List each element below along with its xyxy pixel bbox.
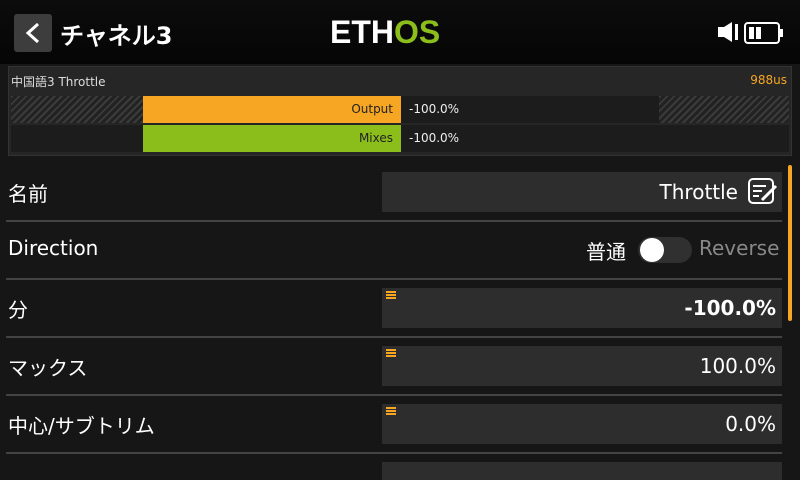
next-field[interactable] <box>382 462 782 480</box>
name-label: 名前 <box>8 182 48 206</box>
direction-toggle[interactable] <box>638 237 692 263</box>
mixes-bar-value: -100.0% <box>409 131 460 145</box>
menu-icon <box>386 291 396 299</box>
page-title: チャネル3 <box>60 22 173 50</box>
name-value: Throttle <box>659 180 738 204</box>
divider <box>6 452 782 454</box>
direction-row: Direction 普通 Reverse <box>0 222 790 278</box>
min-value: -100.0% <box>684 296 776 320</box>
back-button[interactable] <box>14 14 52 52</box>
channel-monitor: 中国語3 Throttle 988us Output -100.0% Mixes… <box>8 66 792 156</box>
output-bar: Output <box>143 96 401 123</box>
speaker-icon[interactable] <box>716 20 740 44</box>
mixes-bar-label: Mixes <box>358 131 393 145</box>
center-row: 中心/サブトリム 0.0% <box>0 396 790 452</box>
max-value: 100.0% <box>699 354 776 378</box>
bar-hatch <box>11 96 143 123</box>
min-row: 分 -100.0% <box>0 280 790 336</box>
name-field[interactable]: Throttle <box>382 172 782 212</box>
output-bar-row: Output -100.0% <box>11 96 789 123</box>
toggle-knob <box>640 238 664 262</box>
center-label: 中心/サブトリム <box>8 414 155 438</box>
menu-icon <box>386 407 396 415</box>
max-label: マックス <box>8 356 88 380</box>
bar-hatch <box>659 96 789 123</box>
battery-icon <box>744 22 783 44</box>
min-field[interactable]: -100.0% <box>382 288 782 328</box>
mixes-bar: Mixes <box>143 125 401 152</box>
mixes-bar-row: Mixes -100.0% <box>11 125 789 152</box>
direction-reverse-label: Reverse <box>699 236 780 260</box>
ethos-logo: ETHOS <box>330 14 441 50</box>
output-bar-label: Output <box>351 102 393 116</box>
direction-label: Direction <box>8 236 99 260</box>
top-bar: チャネル3 ETHOS <box>0 0 800 64</box>
menu-icon <box>386 349 396 357</box>
center-field[interactable]: 0.0% <box>382 404 782 444</box>
direction-normal-label: 普通 <box>586 240 626 264</box>
min-label: 分 <box>8 298 28 322</box>
chevron-left-icon <box>25 22 40 44</box>
channel-label: 中国語3 Throttle <box>11 75 106 89</box>
name-row: 名前 Throttle <box>0 164 790 220</box>
center-value: 0.0% <box>725 412 776 436</box>
max-field[interactable]: 100.0% <box>382 346 782 386</box>
output-bar-value: -100.0% <box>409 102 460 116</box>
edit-icon[interactable] <box>748 178 778 206</box>
pulse-value: 988us <box>750 73 787 87</box>
max-row: マックス 100.0% <box>0 338 790 394</box>
